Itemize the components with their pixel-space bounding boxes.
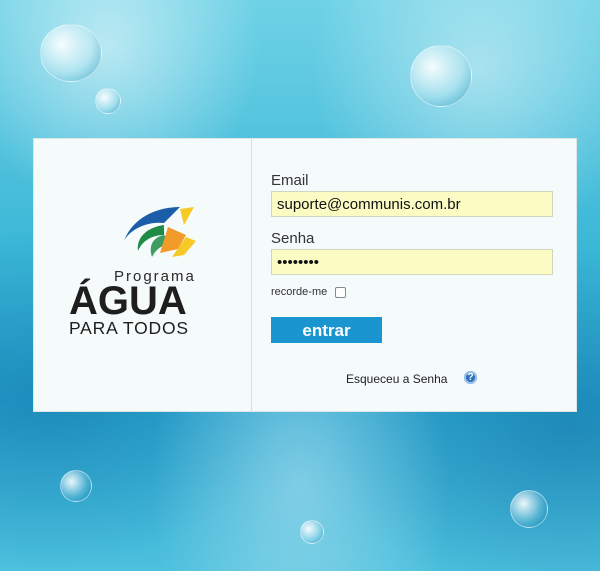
logo-para-todos-text: PARA TODOS xyxy=(69,318,189,338)
password-label: Senha xyxy=(271,230,315,247)
programa-agua-logo: Programa ÁGUA PARA TODOS xyxy=(34,139,251,413)
water-bubble-decoration xyxy=(95,88,121,114)
email-field[interactable] xyxy=(271,191,553,217)
water-bubble-decoration xyxy=(510,490,548,528)
help-icon[interactable]: ? xyxy=(464,371,477,384)
forgot-password-link[interactable]: Esqueceu a Senha xyxy=(346,372,447,386)
water-bubble-decoration xyxy=(410,45,472,107)
water-drop-logo-icon xyxy=(124,207,196,257)
water-bubble-decoration xyxy=(60,470,92,502)
water-bubble-decoration xyxy=(40,24,102,82)
remember-me-label: recorde-me xyxy=(271,286,328,298)
water-bubble-decoration xyxy=(300,520,324,544)
panel-divider xyxy=(251,139,252,411)
email-label: Email xyxy=(271,172,309,189)
login-panel: Programa ÁGUA PARA TODOS Email Senha rec… xyxy=(33,138,577,412)
login-button[interactable]: entrar xyxy=(271,317,382,343)
remember-me-checkbox[interactable] xyxy=(335,287,346,298)
password-field[interactable] xyxy=(271,249,553,275)
